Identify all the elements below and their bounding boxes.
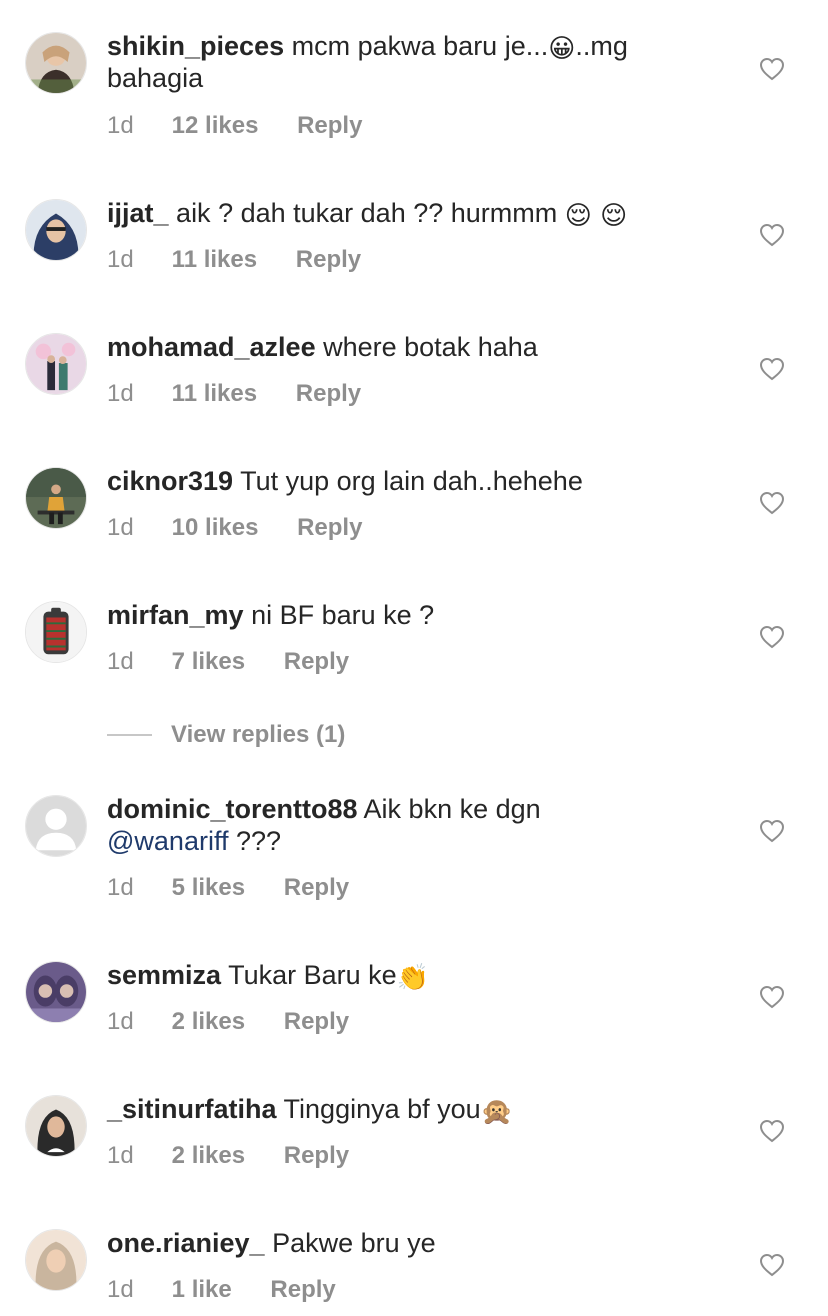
comment-meta: 1d 1 like Reply	[107, 1276, 336, 1304]
reply-button[interactable]: Reply	[297, 514, 362, 542]
comment-text: Pakwe bru ye	[272, 1228, 436, 1258]
comment-text-continued: ???	[228, 826, 282, 856]
comment-body: one.rianiey_ Pakwe bru ye	[107, 1227, 707, 1259]
avatar[interactable]	[25, 961, 87, 1023]
comment-text: Tut yup org lain dah..hehehe	[240, 466, 583, 496]
comment-time: 1d	[107, 514, 134, 541]
view-replies-divider	[107, 734, 152, 736]
avatar[interactable]	[25, 467, 87, 529]
reply-button[interactable]: Reply	[270, 1276, 335, 1304]
comment-text: ni BF baru ke ?	[251, 600, 435, 630]
comment-text: Tingginya bf you	[283, 1094, 481, 1124]
reply-button[interactable]: Reply	[284, 1142, 349, 1170]
comment-username[interactable]: one.rianiey_	[107, 1228, 265, 1258]
comment-body: shikin_pieces mcm pakwa baru je...😀..mg …	[107, 30, 707, 94]
comment-text: Tukar Baru ke	[228, 960, 397, 990]
avatar[interactable]	[25, 1095, 87, 1157]
comment-username[interactable]: dominic_torentto88	[107, 794, 358, 824]
heart-icon[interactable]	[759, 819, 785, 843]
comment-meta: 1d 11 likes Reply	[107, 380, 361, 408]
avatar[interactable]	[25, 601, 87, 663]
comment-username[interactable]: ciknor319	[107, 466, 233, 496]
reply-button[interactable]: Reply	[296, 380, 361, 408]
heart-icon[interactable]	[759, 625, 785, 649]
avatar[interactable]	[25, 199, 87, 261]
heart-icon[interactable]	[759, 223, 785, 247]
reply-button[interactable]: Reply	[297, 112, 362, 140]
comment-meta: 1d 10 likes Reply	[107, 514, 362, 542]
comment-username[interactable]: mirfan_my	[107, 600, 244, 630]
comment-text: mcm pakwa baru je...	[291, 31, 549, 61]
heart-icon[interactable]	[759, 985, 785, 1009]
comment-meta: 1d 7 likes Reply	[107, 648, 349, 676]
reply-button[interactable]: Reply	[284, 648, 349, 676]
heart-icon[interactable]	[759, 1119, 785, 1143]
comment-time: 1d	[107, 1276, 134, 1303]
comment-meta: 1d 12 likes Reply	[107, 112, 362, 140]
avatar[interactable]	[25, 1229, 87, 1291]
avatar[interactable]	[25, 795, 87, 857]
comment-time: 1d	[107, 1142, 134, 1169]
mention-link[interactable]: @wanariff	[107, 826, 228, 856]
comment-body: ciknor319 Tut yup org lain dah..hehehe	[107, 465, 707, 497]
view-replies-label: View replies (1)	[171, 721, 346, 748]
comment-meta: 1d 2 likes Reply	[107, 1142, 349, 1170]
comment-text: where botak haha	[323, 332, 538, 362]
comment-body: _sitinurfatiha Tingginya bf you🙊	[107, 1093, 707, 1125]
comment-time: 1d	[107, 246, 134, 273]
comment-time: 1d	[107, 1008, 134, 1035]
comment-username[interactable]: semmiza	[107, 960, 221, 990]
comment-likes[interactable]: 7 likes	[172, 648, 245, 676]
reply-button[interactable]: Reply	[284, 1008, 349, 1036]
comment-body: semmiza Tukar Baru ke👏	[107, 959, 707, 991]
comment-likes[interactable]: 2 likes	[172, 1142, 245, 1170]
comment-text: Aik bkn ke dgn	[363, 794, 541, 824]
comment-meta: 1d 5 likes Reply	[107, 874, 349, 902]
comment-time: 1d	[107, 380, 134, 407]
heart-icon[interactable]	[759, 357, 785, 381]
clapping-hands-icon: 👏	[396, 963, 430, 993]
comment-body: mohamad_azlee where botak haha	[107, 331, 707, 363]
heart-icon[interactable]	[759, 1253, 785, 1277]
comment-likes[interactable]: 11 likes	[172, 246, 257, 274]
comment-username[interactable]: _sitinurfatiha	[107, 1094, 277, 1124]
heart-icon[interactable]	[759, 491, 785, 515]
comment-username[interactable]: mohamad_azlee	[107, 332, 316, 362]
comment-username[interactable]: shikin_pieces	[107, 31, 284, 61]
comment-likes[interactable]: 10 likes	[172, 514, 259, 542]
reply-button[interactable]: Reply	[284, 874, 349, 902]
comment-text: aik ? dah tukar dah ?? hurmmm	[176, 198, 565, 228]
comment-meta: 1d 2 likes Reply	[107, 1008, 349, 1036]
reply-button[interactable]: Reply	[296, 246, 361, 274]
heart-icon[interactable]	[759, 57, 785, 81]
comment-likes[interactable]: 5 likes	[172, 874, 245, 902]
comment-likes[interactable]: 11 likes	[172, 380, 257, 408]
avatar[interactable]	[25, 32, 87, 94]
comment-meta: 1d 11 likes Reply	[107, 246, 361, 274]
relieved-face-icon: 😌 😌	[564, 201, 628, 231]
comment-likes[interactable]: 1 like	[172, 1276, 232, 1304]
speak-no-evil-monkey-icon: 🙊	[480, 1097, 514, 1127]
comment-username[interactable]: ijjat_	[107, 198, 169, 228]
comment-time: 1d	[107, 874, 134, 901]
comment-time: 1d	[107, 112, 134, 139]
comment-likes[interactable]: 2 likes	[172, 1008, 245, 1036]
comment-body: dominic_torentto88 Aik bkn ke dgn @wanar…	[107, 793, 707, 857]
comment-likes[interactable]: 12 likes	[172, 112, 259, 140]
comment-body: mirfan_my ni BF baru ke ?	[107, 599, 707, 631]
avatar[interactable]	[25, 333, 87, 395]
comment-time: 1d	[107, 648, 134, 675]
grinning-face-icon: 😀	[548, 34, 576, 64]
comment-body: ijjat_ aik ? dah tukar dah ?? hurmmm 😌 😌	[107, 197, 707, 229]
